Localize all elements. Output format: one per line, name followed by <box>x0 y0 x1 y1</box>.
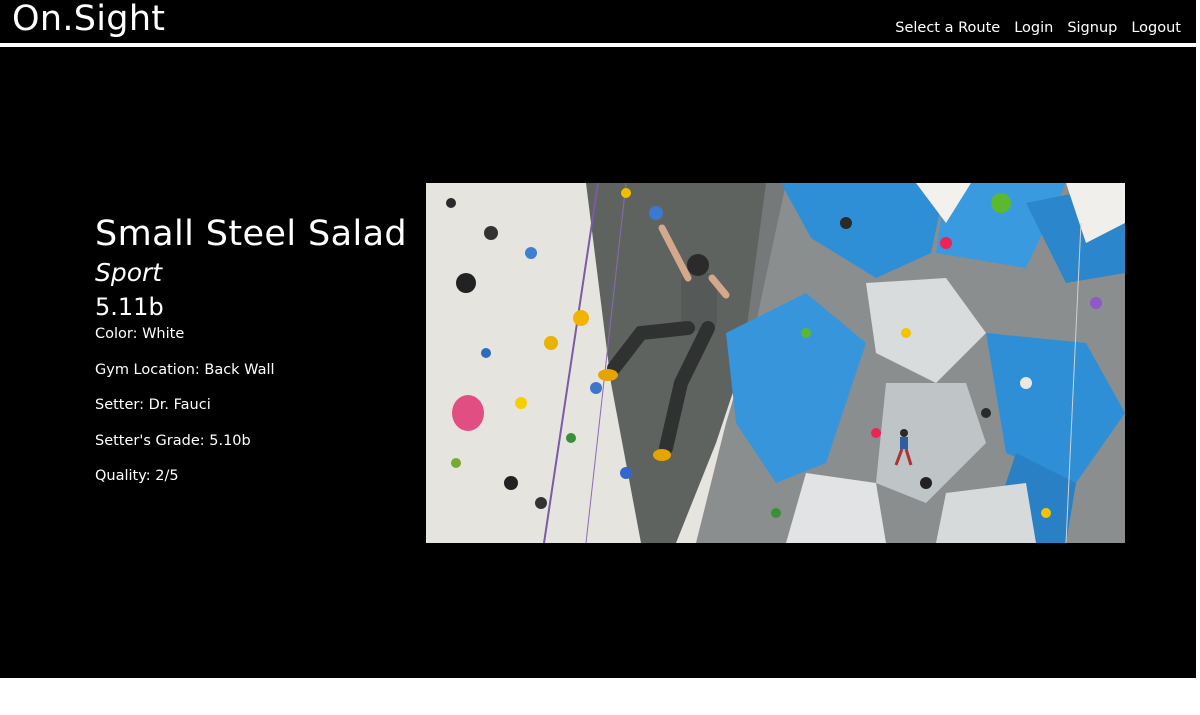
page-footer <box>0 678 1196 715</box>
route-name: Small Steel Salad <box>95 214 408 254</box>
route-quality: Quality: 2/5 <box>95 468 179 484</box>
route-grade: 5.11b <box>95 293 164 321</box>
climbing-wall-illustration <box>426 183 1125 543</box>
route-detail-section: Small Steel Salad Sport 5.11b Color: Whi… <box>0 47 1196 678</box>
route-setter-grade: Setter's Grade: 5.10b <box>95 432 251 449</box>
route-type: Sport <box>95 258 163 287</box>
nav-select-route-link[interactable]: Select a Route <box>895 18 1000 38</box>
nav-signup-link[interactable]: Signup <box>1067 18 1117 38</box>
nav-logout-link[interactable]: Logout <box>1131 18 1181 38</box>
top-navbar: On.Sight Select a Route Login Signup Log… <box>0 0 1196 43</box>
route-color: Color: White <box>95 326 185 342</box>
brand-logo-link[interactable]: On.Sight <box>12 0 165 42</box>
route-gym-location: Gym Location: Back Wall <box>95 361 275 378</box>
route-info-panel: Small Steel Salad Sport 5.11b Color: Whi… <box>95 212 407 502</box>
nav-links: Select a Route Login Signup Logout <box>881 18 1181 38</box>
route-setter: Setter: Dr. Fauci <box>95 397 211 413</box>
route-photo <box>426 183 1125 543</box>
nav-login-link[interactable]: Login <box>1014 18 1053 38</box>
page: On.Sight Select a Route Login Signup Log… <box>0 0 1200 715</box>
